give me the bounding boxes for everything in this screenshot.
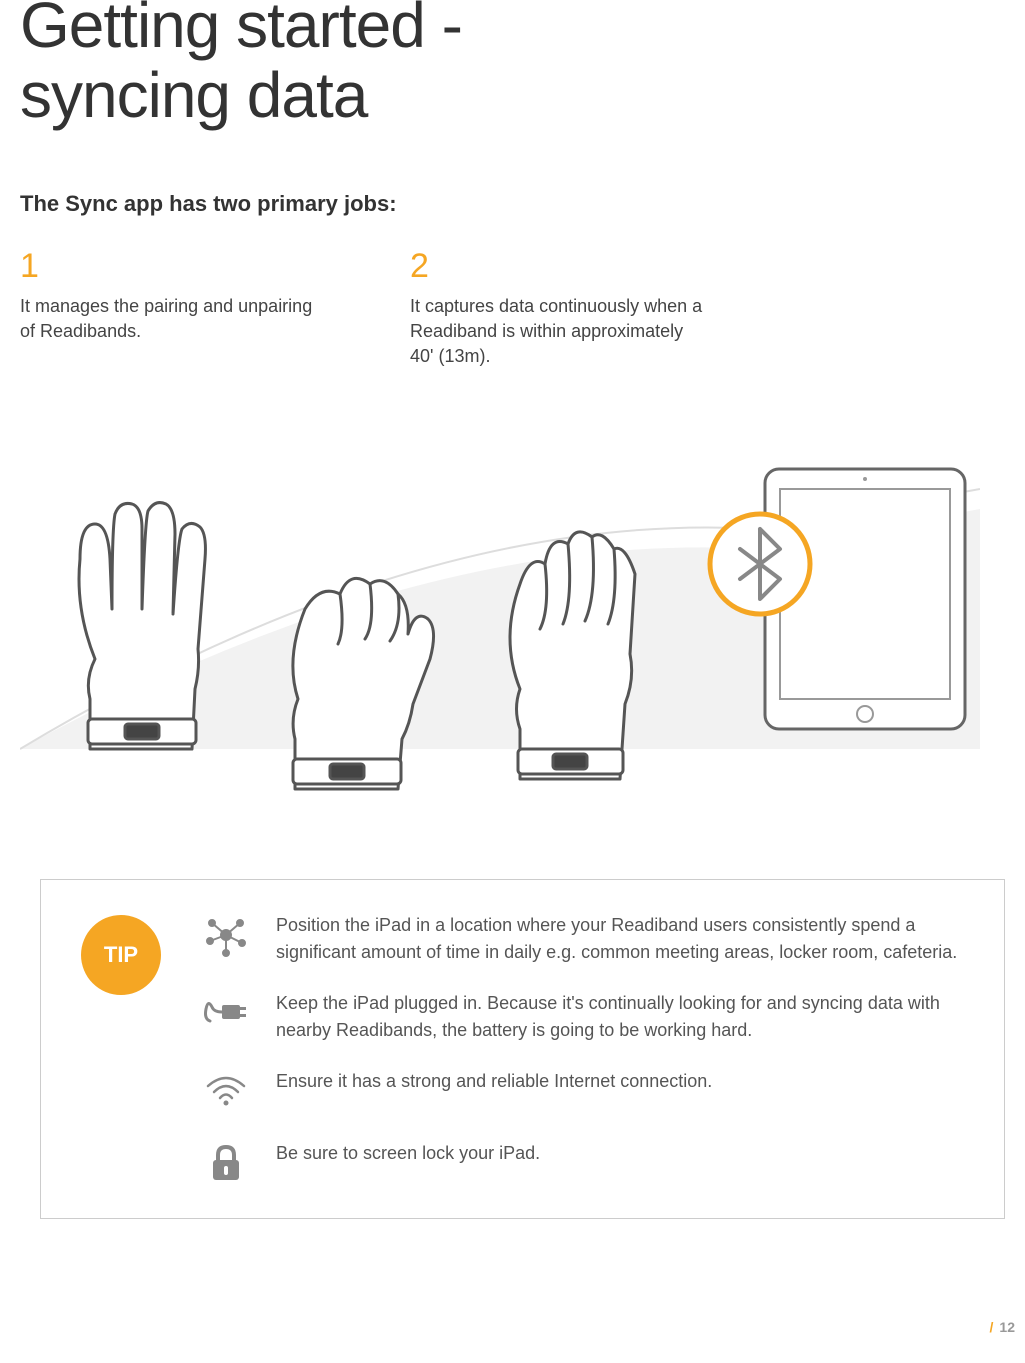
plug-icon <box>201 988 251 1038</box>
job-text: It captures data continuously when a Rea… <box>410 294 710 370</box>
title-line-2: syncing data <box>20 59 367 131</box>
tip-text: Keep the iPad plugged in. Because it's c… <box>276 988 974 1044</box>
job-text: It manages the pairing and unpairing of … <box>20 294 320 344</box>
title-line-1: Getting started - <box>20 0 462 61</box>
lock-icon <box>201 1138 251 1188</box>
tip-list: Position the iPad in a location where yo… <box>201 910 974 1188</box>
job-number: 2 <box>410 247 710 286</box>
tip-box: TIP <box>40 879 1005 1219</box>
network-icon <box>201 910 251 960</box>
tip-row: Keep the iPad plugged in. Because it's c… <box>201 988 974 1044</box>
tip-row: Be sure to screen lock your iPad. <box>201 1138 974 1188</box>
job-number: 1 <box>20 247 320 286</box>
page-number-value: 12 <box>999 1319 1015 1335</box>
jobs-list: 1 It manages the pairing and unpairing o… <box>20 247 1025 370</box>
subheading: The Sync app has two primary jobs: <box>20 191 1025 217</box>
bluetooth-icon <box>710 514 810 614</box>
tip-badge: TIP <box>81 915 161 995</box>
tip-row: Position the iPad in a location where yo… <box>201 910 974 966</box>
job-2: 2 It captures data continuously when a R… <box>410 247 710 370</box>
tip-text: Ensure it has a strong and reliable Inte… <box>276 1066 712 1095</box>
wifi-icon <box>201 1066 251 1116</box>
tip-text: Position the iPad in a location where yo… <box>276 910 974 966</box>
tip-text: Be sure to screen lock your iPad. <box>276 1138 540 1167</box>
sync-illustration <box>20 409 980 809</box>
hand-icon <box>510 532 635 779</box>
page-number: /12 <box>990 1319 1015 1335</box>
page-title: Getting started - syncing data <box>20 0 1025 131</box>
tip-row: Ensure it has a strong and reliable Inte… <box>201 1066 974 1116</box>
job-1: 1 It manages the pairing and unpairing o… <box>20 247 320 370</box>
hand-icon <box>79 503 205 749</box>
